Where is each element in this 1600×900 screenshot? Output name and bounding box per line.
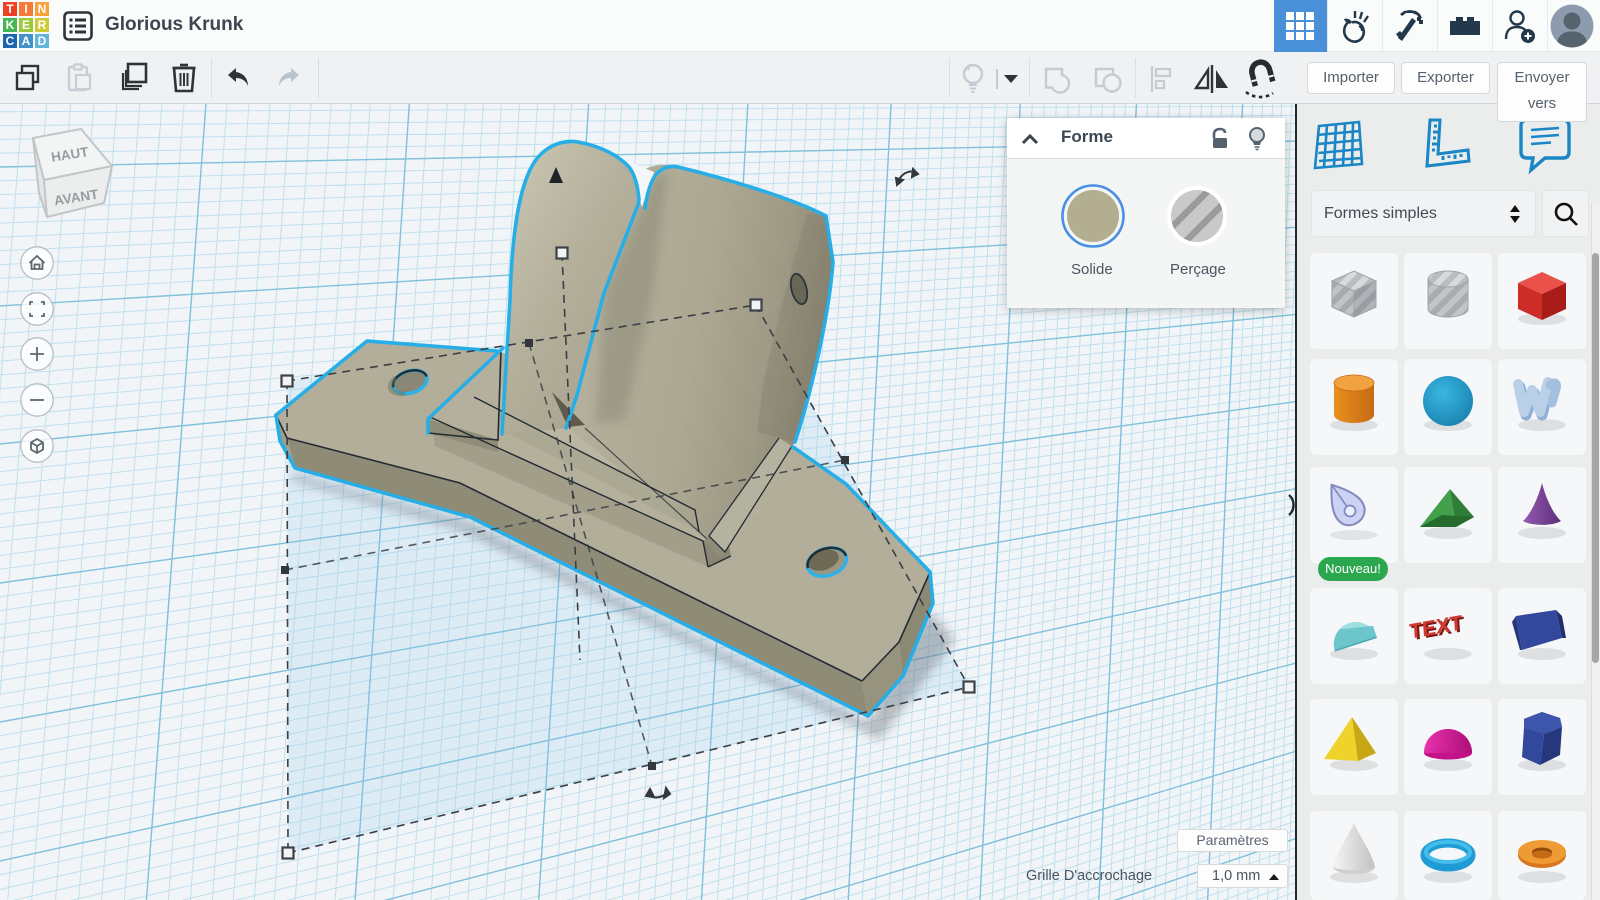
svg-text:E: E: [22, 18, 30, 32]
svg-text:N: N: [38, 2, 47, 16]
svg-text:I: I: [24, 2, 27, 16]
svg-text:C: C: [6, 34, 15, 48]
svg-text:T: T: [6, 2, 14, 16]
svg-text:K: K: [6, 18, 15, 32]
svg-text:R: R: [38, 18, 47, 32]
svg-text:D: D: [38, 34, 47, 48]
svg-text:A: A: [22, 34, 31, 48]
svg-text:TEXT: TEXT: [1409, 611, 1464, 643]
